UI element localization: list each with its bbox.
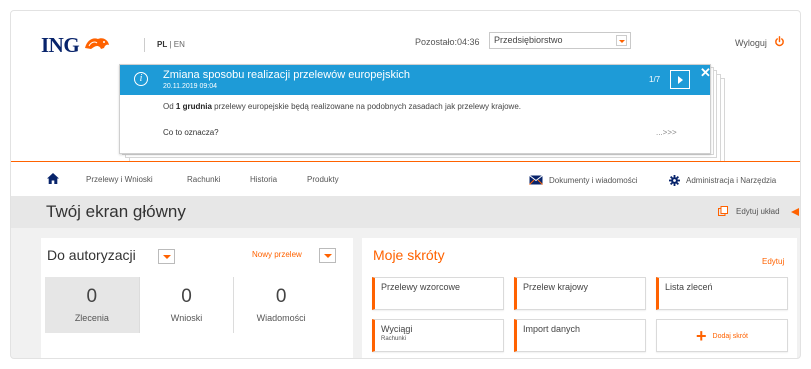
- shortcut-label: Wyciągi: [381, 324, 413, 334]
- shortcut-tile[interactable]: Przelew krajowy: [514, 277, 646, 310]
- power-icon: [774, 36, 785, 49]
- nav-item-products[interactable]: Produkty: [307, 175, 339, 184]
- session-timer-label: Pozostało:: [415, 37, 458, 47]
- add-shortcut-content: + Dodaj skrót: [696, 326, 748, 346]
- notification-pager: 1/7: [649, 75, 661, 84]
- tab-label: Zlecenia: [74, 313, 109, 323]
- notification-title: Zmiana sposobu realizacji przelewów euro…: [163, 69, 411, 81]
- new-transfer-link[interactable]: Nowy przelew: [252, 250, 302, 259]
- shortcut-label: Import danych: [523, 324, 581, 334]
- copy-icon: [718, 206, 728, 216]
- notification-card: i Zmiana sposobu realizacji przelewów eu…: [119, 64, 711, 154]
- tab-messages[interactable]: 0 Wiadomości: [234, 277, 328, 333]
- session-timer: Pozostało:04:36: [415, 37, 480, 47]
- edit-layout-label: Edytuj układ: [736, 206, 780, 216]
- new-transfer-dropdown-button[interactable]: [319, 248, 336, 263]
- nav-item-documents[interactable]: Dokumenty i wiadomości: [529, 175, 637, 185]
- info-icon: i: [134, 72, 148, 86]
- notification-header: i Zmiana sposobu realizacji przelewów eu…: [120, 65, 711, 95]
- authorization-dropdown-button[interactable]: [158, 249, 175, 264]
- shortcut-tile[interactable]: Przelewy wzorcowe: [372, 277, 504, 310]
- shortcut-tile[interactable]: Lista zleceń: [656, 277, 788, 310]
- session-timer-value: 04:36: [457, 37, 480, 47]
- edit-layout-button[interactable]: Edytuj układ: [718, 206, 780, 216]
- message-rest: przelewy europejskie będą realizowane na…: [211, 102, 521, 111]
- notification-body: Od 1 grudnia przelewy europejskie będą r…: [120, 95, 710, 155]
- plus-icon: +: [696, 326, 707, 346]
- tab-orders[interactable]: 0 Zlecenia: [45, 277, 140, 333]
- tab-label: Wnioski: [170, 313, 203, 323]
- logo-text: ING: [41, 33, 80, 57]
- page-title: Twój ekran główny: [46, 202, 186, 221]
- nav-item-accounts[interactable]: Rachunki: [187, 175, 220, 184]
- logout-label: Wyloguj: [735, 37, 767, 48]
- authorization-title: Do autoryzacji: [47, 247, 136, 263]
- tab-label: Wiadomości: [256, 313, 306, 323]
- shortcut-tile[interactable]: Wyciągi Rachunki: [372, 319, 504, 352]
- shortcut-tile[interactable]: Import danych: [514, 319, 646, 352]
- next-notification-button[interactable]: [670, 70, 690, 89]
- shortcuts-panel: Moje skróty Edytuj Przelewy wzorcowe Prz…: [362, 238, 797, 358]
- authorization-tabs: 0 Zlecenia 0 Wnioski 0 Wiadomości: [45, 277, 328, 333]
- app-window: ING PL | EN Pozostało:04:36 Przedsiębior…: [10, 10, 801, 359]
- envelope-icon: [529, 175, 543, 185]
- lang-en[interactable]: EN: [174, 40, 185, 49]
- tab-requests[interactable]: 0 Wnioski: [140, 277, 235, 333]
- logout-button[interactable]: Wyloguj: [735, 36, 785, 49]
- edit-shortcuts-link[interactable]: Edytuj: [762, 257, 784, 266]
- message-bold: 1 grudnia: [175, 102, 212, 111]
- notification-date: 20.11.2019 09:04: [163, 83, 217, 90]
- notification-message: Od 1 grudnia przelewy europejskie będą r…: [163, 102, 521, 111]
- add-shortcut-label: Dodaj skrót: [712, 332, 748, 340]
- nav-documents-label: Dokumenty i wiadomości: [549, 175, 638, 185]
- main-nav: Przelewy i Wnioski Rachunki Historia Pro…: [11, 162, 800, 196]
- nav-item-admin[interactable]: Administracja i Narzędzia: [669, 175, 776, 186]
- close-icon[interactable]: ✕: [700, 65, 711, 81]
- notification-stack: i Zmiana sposobu realizacji przelewów eu…: [119, 64, 725, 167]
- language-switch: PL | EN: [144, 38, 185, 52]
- add-shortcut-button[interactable]: + Dodaj skrót: [656, 319, 788, 352]
- shortcut-label: Przelew krajowy: [523, 282, 589, 292]
- nav-item-transfers[interactable]: Przelewy i Wnioski: [86, 175, 153, 184]
- shortcut-sublabel: Rachunki: [381, 336, 407, 342]
- shortcut-label: Przelewy wzorcowe: [381, 282, 461, 292]
- company-select[interactable]: Przedsiębiorstwo: [489, 32, 631, 49]
- gear-icon: [669, 175, 680, 186]
- tab-count: 0: [181, 286, 192, 307]
- tab-count: 0: [86, 286, 98, 307]
- nav-item-history[interactable]: Historia: [250, 175, 277, 184]
- top-bar: ING PL | EN Pozostało:04:36 Przedsiębior…: [11, 11, 800, 166]
- nav-admin-label: Administracja i Narzędzia: [686, 176, 777, 185]
- tab-count: 0: [275, 286, 287, 307]
- notification-question-link[interactable]: Co to oznacza?: [163, 128, 219, 137]
- message-lead: Od: [163, 102, 176, 111]
- home-icon[interactable]: [47, 173, 59, 186]
- lang-pl[interactable]: PL: [157, 40, 167, 49]
- dashboard-header: Twój ekran główny Edytuj układ: [11, 196, 800, 228]
- lion-icon: [83, 34, 111, 57]
- shortcuts-title: Moje skróty: [373, 247, 445, 263]
- authorization-panel: Do autoryzacji Nowy przelew 0 Zlecenia 0…: [41, 238, 353, 358]
- company-select-value: Przedsiębiorstwo: [494, 35, 563, 45]
- feedback-tab-icon[interactable]: [791, 208, 799, 216]
- ing-logo[interactable]: ING: [41, 33, 111, 58]
- chevron-down-icon[interactable]: [616, 35, 627, 46]
- shortcut-label: Lista zleceń: [665, 282, 713, 292]
- notification-more-link[interactable]: ...>>>: [656, 128, 677, 137]
